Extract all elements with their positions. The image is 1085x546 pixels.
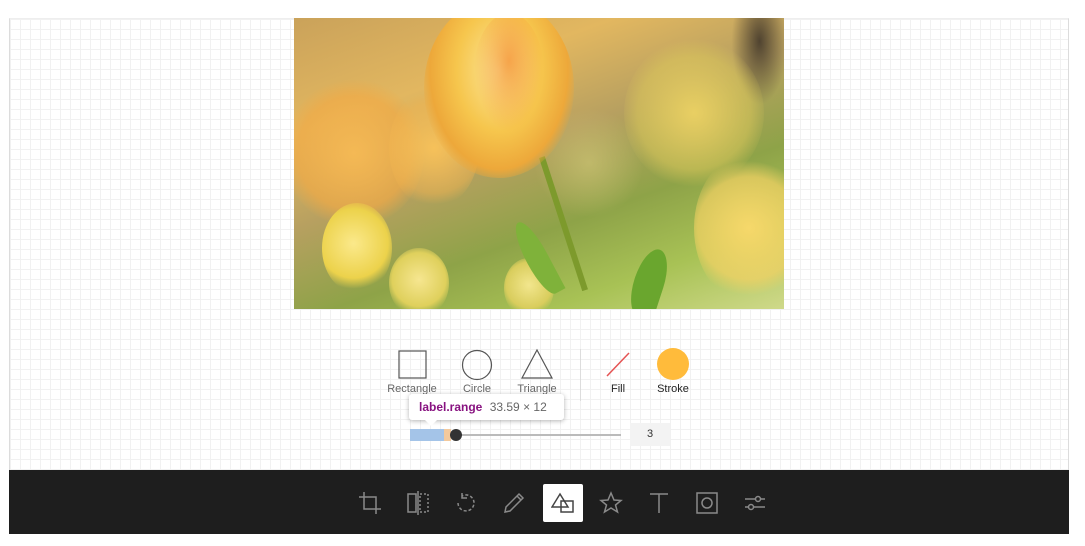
panel-divider — [580, 349, 581, 401]
canvas-image[interactable] — [294, 18, 784, 309]
slider-handle[interactable] — [450, 429, 463, 441]
transparent-fill-icon — [606, 352, 630, 377]
text-button[interactable] — [640, 484, 678, 522]
circle-icon — [461, 349, 493, 381]
text-icon — [650, 493, 668, 513]
fill-label: Fill — [610, 383, 626, 395]
draw-button[interactable] — [495, 484, 533, 522]
shape-button[interactable] — [543, 484, 583, 522]
icon-button[interactable] — [592, 484, 630, 522]
stroke-color-button[interactable]: Stroke — [648, 348, 698, 398]
crop-button[interactable] — [351, 484, 389, 522]
star-icon — [599, 491, 623, 514]
tooltip-tag: label.range — [419, 400, 483, 414]
fill-color-button[interactable]: Fill — [593, 348, 643, 398]
stroke-label: Stroke — [657, 383, 689, 395]
rectangle-icon — [398, 350, 427, 379]
image-editor: Rectangle Circle Triangle Fill Stroke la… — [0, 0, 1085, 546]
rectangle-shape-button[interactable]: Rectangle — [382, 345, 442, 395]
stroke-color-swatch — [657, 348, 689, 380]
filter-icon — [745, 495, 765, 511]
triangle-icon — [520, 348, 554, 379]
range-label-highlight — [410, 429, 444, 441]
tooltip-dimensions: 33.59 × 12 — [489, 400, 547, 414]
shape-panel: Rectangle Circle Triangle Fill Stroke — [380, 345, 710, 401]
shape-icon — [551, 492, 574, 513]
devtools-tooltip: label.range 33.59 × 12 — [409, 394, 564, 426]
mask-icon — [696, 492, 718, 514]
triangle-shape-button[interactable]: Triangle — [507, 345, 567, 395]
bottom-toolbar — [9, 470, 1069, 534]
rotate-icon — [457, 493, 475, 512]
rotate-button[interactable] — [447, 484, 485, 522]
crop-icon — [359, 492, 381, 514]
mask-button[interactable] — [688, 484, 726, 522]
circle-shape-button[interactable]: Circle — [447, 345, 507, 395]
flip-icon — [407, 491, 429, 515]
filter-button[interactable] — [736, 484, 774, 522]
flip-button[interactable] — [399, 484, 437, 522]
stroke-width-input[interactable] — [630, 423, 670, 446]
draw-icon — [504, 492, 525, 513]
stroke-width-slider[interactable] — [451, 434, 621, 436]
